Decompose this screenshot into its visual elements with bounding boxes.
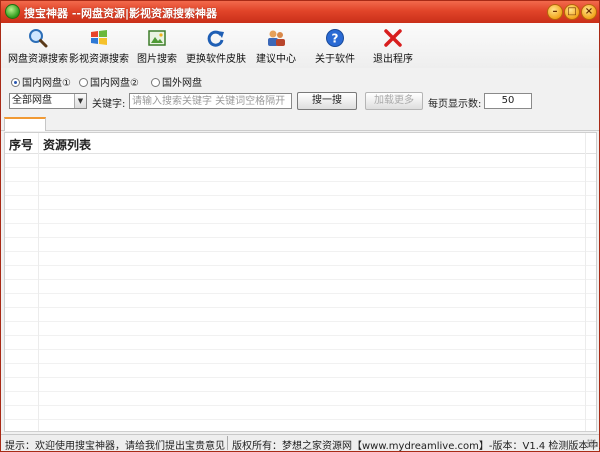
toolbar-label: 影视资源搜索: [69, 54, 129, 65]
status-copyright: 版权所有：梦想之家资源网【www.mydreamlive.com】-版本：V1.…: [232, 441, 600, 452]
app-logo-icon: [5, 4, 20, 19]
toolbar-label: 网盘资源搜索: [8, 54, 68, 65]
column-divider: [585, 133, 586, 431]
change-skin-button[interactable]: 更换软件皮肤: [185, 25, 247, 67]
radio-dot[interactable]: [11, 78, 20, 87]
keyword-label: 关键字:: [92, 99, 126, 110]
exit-button[interactable]: 退出程序: [371, 25, 415, 67]
refresh-icon: [207, 30, 224, 47]
toolbar-label: 关于软件: [315, 54, 355, 65]
column-header-resources[interactable]: 资源列表: [43, 136, 91, 153]
chevron-down-icon[interactable]: ▼: [74, 94, 86, 108]
toolbar-label: 建议中心: [256, 54, 296, 65]
tab-results[interactable]: [4, 117, 46, 131]
status-divider: [227, 436, 228, 450]
maximize-button[interactable]: □: [564, 4, 580, 20]
magnifier-icon: [29, 29, 48, 48]
close-button[interactable]: ×: [581, 4, 597, 20]
radio-label: 国内网盘①: [22, 78, 71, 89]
status-tip: 提示：欢迎使用搜宝神器，请给我们提出宝贵意见...: [5, 441, 225, 452]
per-page-label: 每页显示数:: [428, 99, 482, 110]
search-button[interactable]: 搜一搜: [297, 92, 357, 110]
image-search-button[interactable]: 图片搜索: [135, 25, 179, 67]
source-options: 国内网盘① 国内网盘② 国外网盘: [1, 71, 599, 91]
toolbar-label: 更换软件皮肤: [186, 54, 246, 65]
per-page-input[interactable]: 50: [484, 93, 532, 109]
radio-label: 国外网盘: [162, 78, 202, 89]
video-search-button[interactable]: 影视资源搜索: [69, 25, 129, 67]
about-button[interactable]: ? 关于软件: [313, 25, 357, 67]
keyword-input[interactable]: [129, 93, 292, 109]
radio-foreign[interactable]: 国外网盘: [151, 74, 202, 89]
select-value: 全部网盘: [12, 95, 52, 106]
app-window: 搜宝神器 --网盘资源|影视资源搜索神器 – □ × 网盘资源搜索 影视资源搜索: [0, 0, 600, 452]
column-divider: [38, 133, 39, 431]
disk-scope-select[interactable]: 全部网盘 ▼: [9, 93, 87, 109]
title-bar[interactable]: 搜宝神器 --网盘资源|影视资源搜索神器 – □ ×: [1, 1, 599, 23]
suggestion-center-button[interactable]: 建议中心: [253, 25, 299, 67]
netdisk-search-button[interactable]: 网盘资源搜索: [7, 25, 69, 67]
image-icon: [148, 30, 166, 46]
toolbar-label: 图片搜索: [137, 54, 177, 65]
help-icon: ?: [326, 29, 344, 47]
radio-label: 国内网盘②: [90, 78, 139, 89]
toolbar: 网盘资源搜索 影视资源搜索 图片搜索 更换软件皮肤 建议中心 ? 关于软件 退出…: [1, 23, 599, 68]
column-header-index[interactable]: 序号: [9, 136, 33, 153]
table-body[interactable]: [5, 154, 596, 431]
table-header: 序号 资源列表: [5, 133, 596, 154]
minimize-button[interactable]: –: [547, 4, 563, 20]
search-row: 全部网盘 ▼ 关键字: 搜一搜 加载更多 每页显示数: 50: [1, 92, 599, 113]
radio-dot[interactable]: [151, 78, 160, 87]
windows-logo-icon: [91, 30, 107, 45]
people-icon: [268, 30, 285, 46]
window-title: 搜宝神器 --网盘资源|影视资源搜索神器: [24, 7, 217, 20]
exit-x-icon: [384, 29, 402, 47]
radio-domestic-1[interactable]: 国内网盘①: [11, 74, 71, 89]
radio-domestic-2[interactable]: 国内网盘②: [79, 74, 139, 89]
status-bar: 提示：欢迎使用搜宝神器，请给我们提出宝贵意见... 版权所有：梦想之家资源网【w…: [1, 434, 600, 452]
resize-grip[interactable]: [587, 439, 596, 448]
radio-dot[interactable]: [79, 78, 88, 87]
tab-strip: [1, 117, 599, 131]
load-more-button[interactable]: 加载更多: [365, 92, 423, 110]
toolbar-label: 退出程序: [373, 54, 413, 65]
svg-text:?: ?: [332, 32, 339, 46]
results-table[interactable]: 序号 资源列表: [4, 132, 597, 432]
